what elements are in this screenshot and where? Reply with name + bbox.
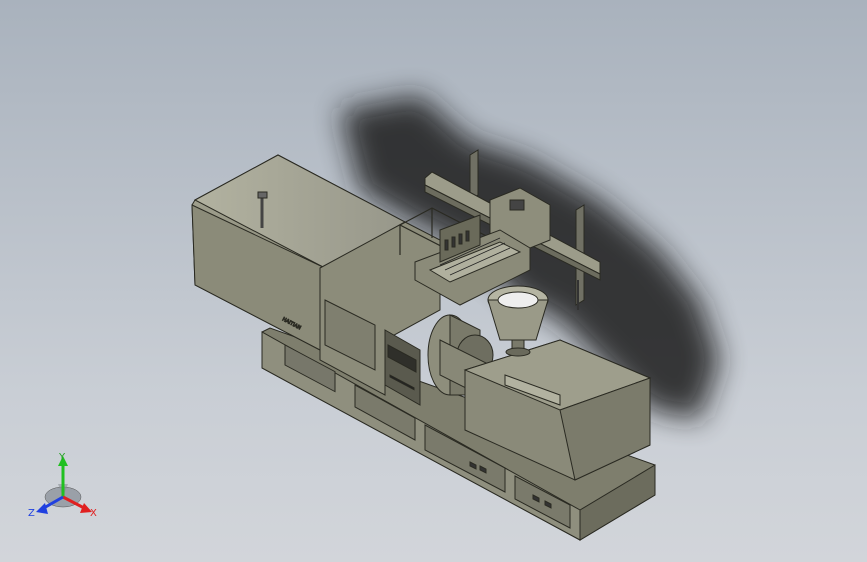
axis-triad[interactable]: Y X Z: [28, 452, 97, 519]
axis-x-label: X: [90, 508, 97, 519]
cad-viewport[interactable]: HAITIAN Y X Z: [0, 0, 867, 562]
axis-z-label: Z: [28, 508, 35, 519]
material-hopper: [487, 285, 549, 357]
axis-y-label: Y: [58, 452, 66, 463]
